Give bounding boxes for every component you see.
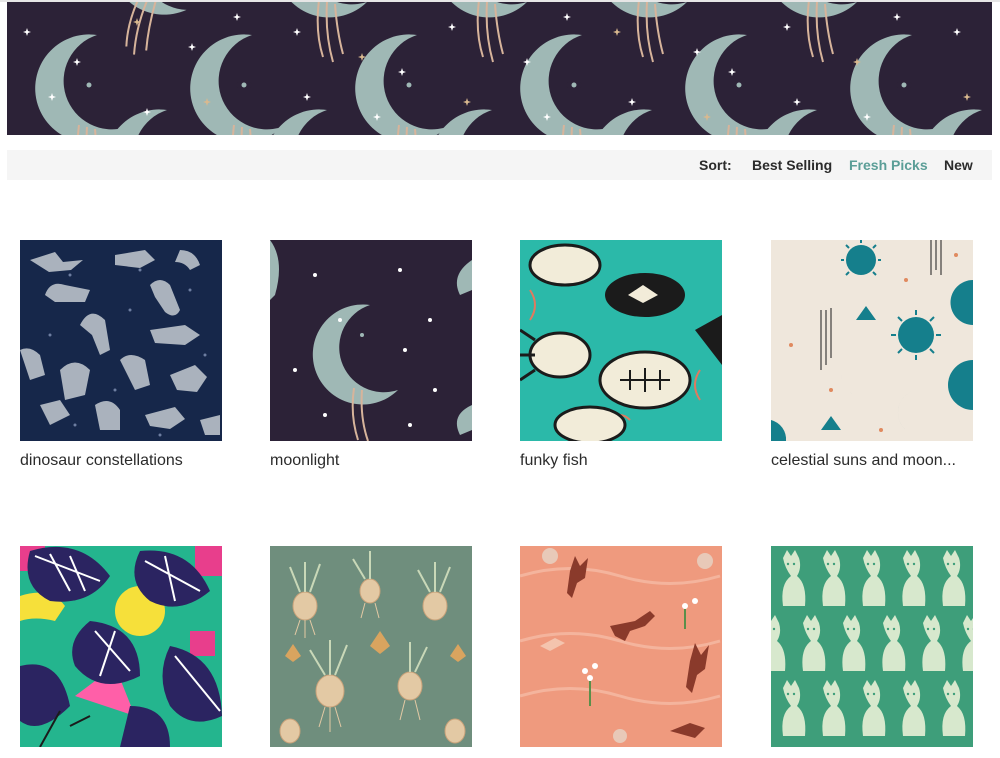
product-card[interactable]: celestial suns and moon... xyxy=(771,240,973,470)
product-thumbnail-tropical[interactable] xyxy=(20,546,222,747)
product-card[interactable]: moonlight xyxy=(270,240,472,470)
product-title[interactable]: funky fish xyxy=(520,452,730,470)
product-thumbnail-fish[interactable] xyxy=(520,240,722,441)
sort-best-selling[interactable]: Best Selling xyxy=(752,157,832,173)
sort-new[interactable]: New xyxy=(944,157,973,173)
product-title[interactable]: moonlight xyxy=(270,452,480,470)
product-thumbnail-moonlight[interactable] xyxy=(270,240,472,441)
shop-banner-moonlight xyxy=(7,2,992,135)
sort-bar: Sort: Best Selling Fresh Picks New xyxy=(7,150,992,180)
product-card[interactable] xyxy=(520,546,722,758)
product-thumbnail-cats[interactable] xyxy=(771,546,973,747)
product-card[interactable] xyxy=(771,546,973,758)
product-card[interactable] xyxy=(20,546,222,758)
product-card[interactable] xyxy=(270,546,472,758)
product-thumbnail-bulbs[interactable] xyxy=(270,546,472,747)
sort-fresh-picks[interactable]: Fresh Picks xyxy=(849,157,928,173)
product-title[interactable]: celestial suns and moon... xyxy=(771,452,981,470)
sort-label: Sort: xyxy=(699,157,732,173)
product-thumbnail-desert[interactable] xyxy=(520,546,722,747)
product-thumbnail-celestial[interactable] xyxy=(771,240,973,441)
product-card[interactable]: dinosaur constellations xyxy=(20,240,222,470)
product-card[interactable]: funky fish xyxy=(520,240,722,470)
product-title[interactable]: dinosaur constellations xyxy=(20,452,230,470)
product-thumbnail-dinosaur[interactable] xyxy=(20,240,222,441)
